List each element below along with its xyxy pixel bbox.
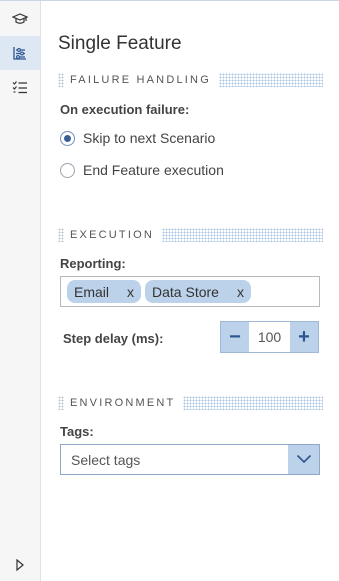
radio-skip-to-next-scenario[interactable]: Skip to next Scenario	[60, 129, 215, 147]
tags-select-placeholder: Select tags	[71, 451, 141, 468]
section-title: ENVIRONMENT	[70, 397, 176, 409]
section-header-failure-handling: FAILURE HANDLING	[58, 73, 323, 87]
section-divider	[183, 396, 323, 410]
radio-button[interactable]	[60, 130, 75, 146]
radio-end-feature-execution[interactable]: End Feature execution	[60, 161, 224, 179]
increment-button[interactable]: +	[290, 322, 318, 352]
radio-label: End Feature execution	[83, 162, 224, 178]
flow-settings-icon	[12, 45, 28, 61]
step-delay-label: Step delay (ms):	[63, 331, 164, 346]
section-header-execution: EXECUTION	[58, 228, 323, 242]
section-divider	[218, 73, 323, 87]
feature-panel: Single Feature FAILURE HANDLING On execu…	[41, 0, 339, 581]
radio-label: Skip to next Scenario	[83, 130, 216, 146]
chip-remove-button[interactable]: x	[127, 284, 134, 300]
decrement-button[interactable]: −	[221, 322, 249, 352]
chevron-down-icon	[296, 451, 312, 469]
sidebar-item-feature-settings[interactable]	[0, 36, 40, 70]
chip-remove-button[interactable]: x	[237, 284, 244, 300]
tags-label: Tags:	[60, 424, 94, 439]
grip-icon	[58, 228, 64, 242]
section-title: FAILURE HANDLING	[70, 74, 211, 86]
dropdown-toggle-button[interactable]	[288, 445, 319, 474]
failure-label: On execution failure:	[60, 102, 190, 117]
radio-button[interactable]	[60, 162, 75, 178]
left-sidebar	[0, 0, 339, 581]
step-delay-stepper: − 100 +	[220, 321, 319, 353]
section-divider	[161, 228, 323, 242]
tag-chip-email: Email x	[67, 280, 142, 303]
graduation-cap-icon	[12, 12, 28, 26]
triangle-right-icon	[16, 559, 24, 571]
expand-sidebar-button[interactable]	[0, 548, 40, 581]
step-delay-input[interactable]: 100	[249, 322, 290, 352]
sidebar-item-checklist[interactable]	[0, 70, 40, 104]
chip-label: Data Store	[152, 283, 219, 300]
tags-select[interactable]: Select tags	[60, 444, 320, 475]
tag-chip-data-store: Data Store x	[145, 280, 251, 303]
section-title: EXECUTION	[70, 229, 154, 241]
checklist-icon	[12, 80, 28, 94]
section-header-environment: ENVIRONMENT	[58, 396, 323, 410]
sidebar-item-learn[interactable]	[0, 2, 40, 36]
grip-icon	[58, 396, 64, 410]
page-title: Single Feature	[58, 33, 182, 54]
reporting-tags-input[interactable]: Email x Data Store x	[60, 276, 320, 307]
chip-label: Email	[74, 283, 110, 300]
grip-icon	[58, 73, 64, 87]
reporting-label: Reporting:	[60, 256, 126, 271]
